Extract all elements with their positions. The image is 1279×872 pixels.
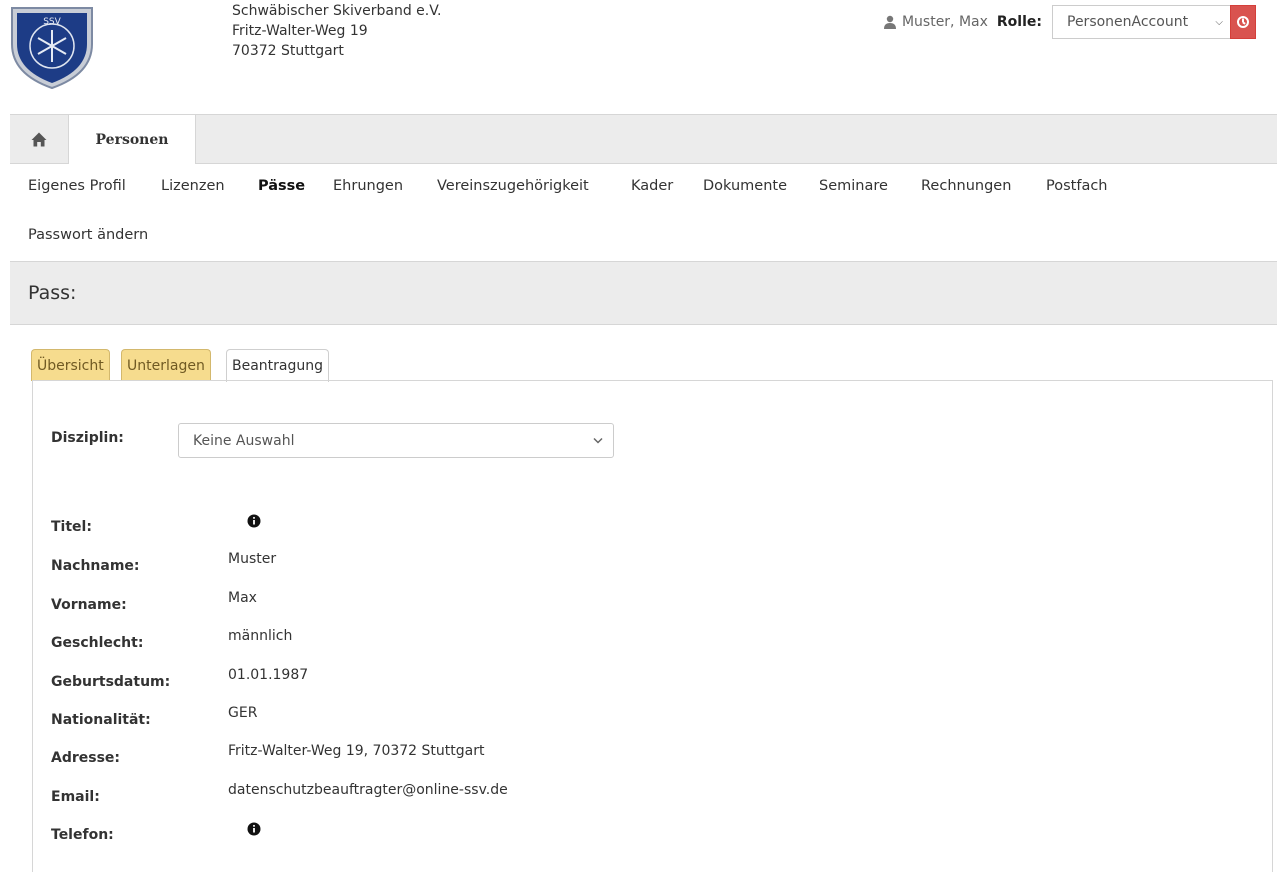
field-label-email: Email: <box>51 789 100 805</box>
field-value-email: datenschutzbeauftragter@online-ssv.de <box>228 782 508 798</box>
user-box: Muster, Max Rolle: PersonenAccount ⌵ <box>883 5 1279 39</box>
disziplin-label: Disziplin: <box>51 430 124 446</box>
field-value-geburtsdatum: 01.01.1987 <box>228 667 309 683</box>
subnav-ehrungen[interactable]: Ehrungen <box>333 178 403 194</box>
disziplin-select-value: Keine Auswahl <box>193 432 295 449</box>
logo-text: SSV <box>43 17 61 27</box>
field-label-adresse: Adresse: <box>51 750 121 766</box>
ssv-logo: SSV <box>11 7 93 90</box>
subnav-passwort-aendern[interactable]: Passwort ändern <box>28 227 148 243</box>
subnav-lizenzen[interactable]: Lizenzen <box>161 178 225 194</box>
subnav-dokumente[interactable]: Dokumente <box>703 178 787 194</box>
subnav-postfach[interactable]: Postfach <box>1046 178 1108 194</box>
org-address: Schwäbischer Skiverband e.V. Fritz-Walte… <box>232 1 441 61</box>
field-label-vorname: Vorname: <box>51 597 127 613</box>
disziplin-select[interactable]: Keine Auswahl <box>178 423 614 458</box>
info-icon <box>247 822 261 836</box>
field-label-titel: Titel: <box>51 519 92 535</box>
power-icon <box>1237 16 1249 28</box>
subnav-vereinszugehoerigkeit[interactable]: Vereinszugehörigkeit <box>437 178 589 194</box>
tab-personen[interactable]: Personen <box>68 114 196 164</box>
subnav-rechnungen[interactable]: Rechnungen <box>921 178 1011 194</box>
subnav-paesse[interactable]: Pässe <box>258 178 305 194</box>
field-label-nachname: Nachname: <box>51 558 140 574</box>
subnav-seminare[interactable]: Seminare <box>819 178 888 194</box>
field-value-nachname: Muster <box>228 551 277 567</box>
logout-button[interactable] <box>1230 5 1256 39</box>
field-value-geschlecht: männlich <box>228 628 293 644</box>
user-name[interactable]: Muster, Max <box>902 14 988 30</box>
tab-unterlagen[interactable]: Unterlagen <box>121 349 211 381</box>
info-icon <box>247 514 261 528</box>
role-select[interactable]: PersonenAccount ⌵ <box>1052 5 1230 39</box>
subnav-kader[interactable]: Kader <box>631 178 673 194</box>
page-title: Pass: <box>28 282 77 304</box>
field-value-adresse: Fritz-Walter-Weg 19, 70372 Stuttgart <box>228 743 485 759</box>
org-street: Fritz-Walter-Weg 19 <box>232 23 368 39</box>
role-select-value: PersonenAccount <box>1067 14 1189 30</box>
chevron-down-icon <box>593 437 603 444</box>
field-label-nationalitaet: Nationalität: <box>51 712 151 728</box>
field-label-telefon: Telefon: <box>51 827 114 843</box>
chevron-down-icon: ⌵ <box>1215 16 1223 28</box>
field-value-vorname: Max <box>228 590 257 606</box>
org-name: Schwäbischer Skiverband e.V. <box>232 3 442 19</box>
field-label-geschlecht: Geschlecht: <box>51 635 144 651</box>
header: SSV Schwäbischer Skiverband e.V. Fritz-W… <box>0 0 1279 114</box>
org-city: 70372 Stuttgart <box>232 43 344 59</box>
user-icon <box>883 15 896 29</box>
tab-beantragung[interactable]: Beantragung <box>226 349 330 382</box>
home-icon <box>31 132 47 146</box>
tab-uebersicht[interactable]: Übersicht <box>31 349 110 381</box>
main-tab-bar: Personen <box>10 114 1277 164</box>
field-value-nationalitaet: GER <box>228 705 258 721</box>
tab-home[interactable] <box>10 115 68 163</box>
role-label: Rolle: <box>996 14 1042 30</box>
page-heading-bar: Pass: <box>10 261 1277 325</box>
field-label-geburtsdatum: Geburtsdatum: <box>51 674 171 690</box>
subnav-eigenes-profil[interactable]: Eigenes Profil <box>28 178 126 194</box>
